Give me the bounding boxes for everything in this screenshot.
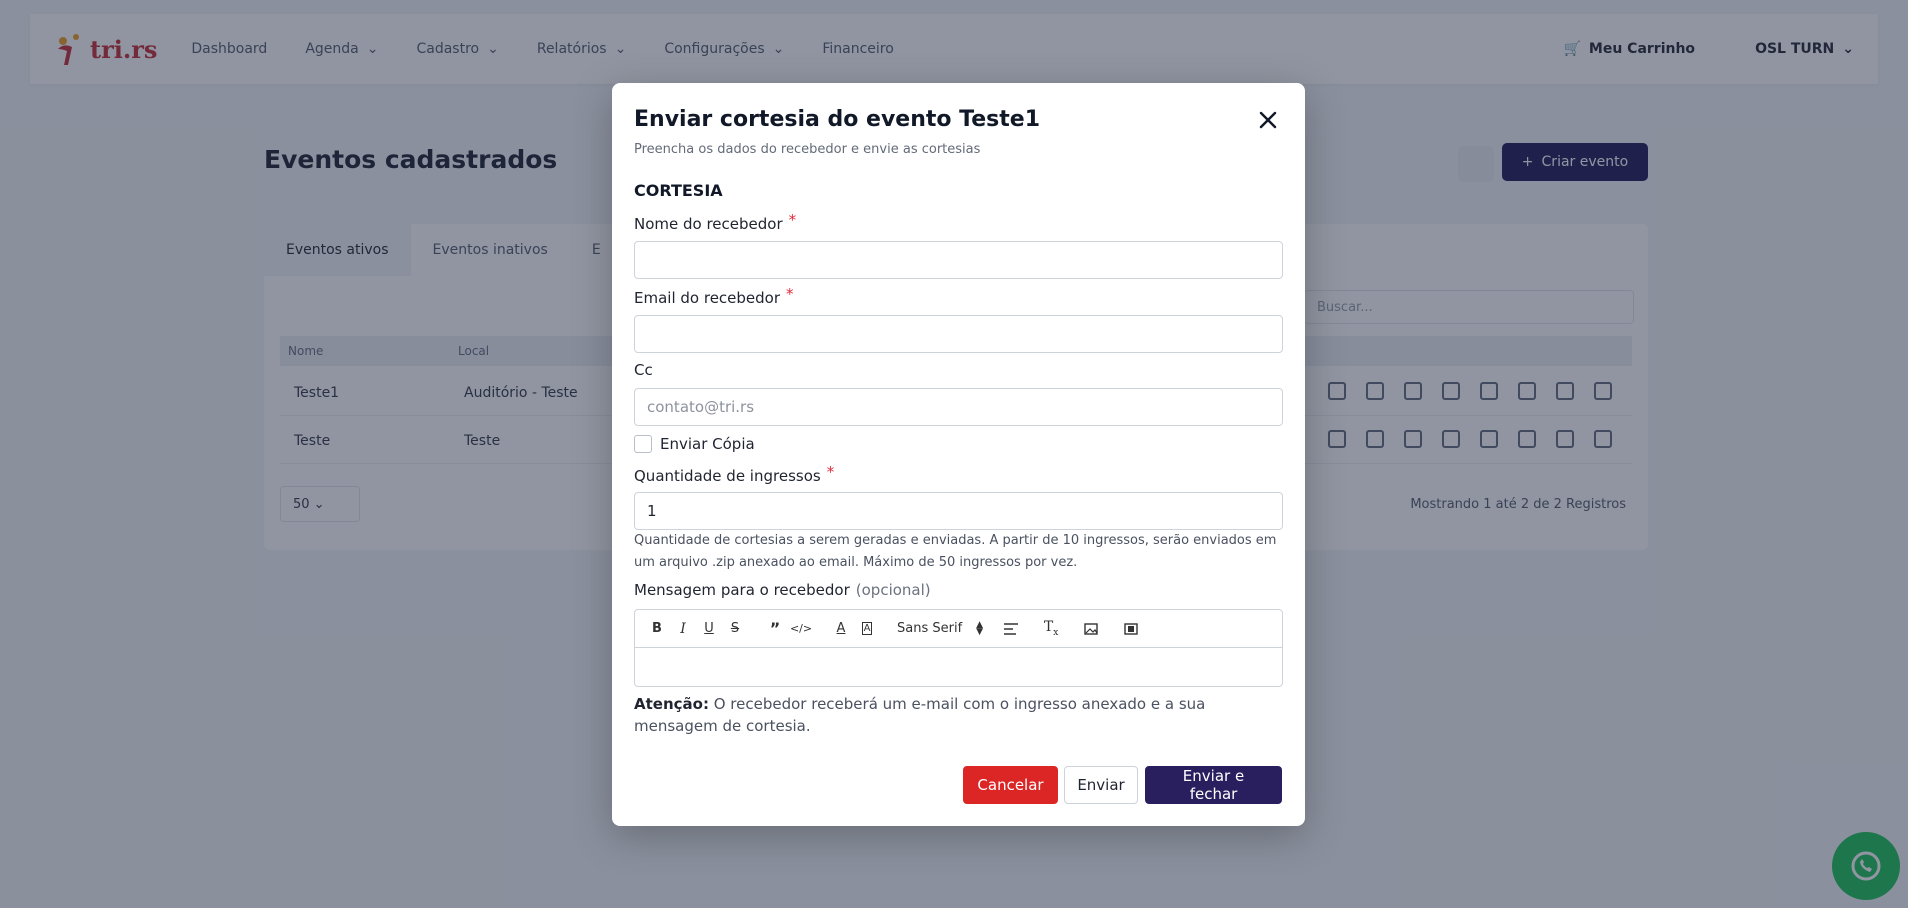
code-block-icon[interactable]: </>	[790, 621, 812, 637]
underline-icon[interactable]: U	[701, 621, 717, 637]
attention-text: O recebedor receberá um e-mail com o ing…	[634, 695, 1206, 735]
bold-icon[interactable]: B	[649, 621, 665, 637]
required-mark: *	[786, 285, 794, 303]
quantity-help-text: Quantidade de cortesias a serem geradas …	[634, 533, 1277, 570]
email-label-text: Email do recebedor	[634, 289, 781, 307]
modal-subtitle: Preencha os dados do recebedor e envie a…	[634, 142, 981, 157]
attention-notice: Atenção: O recebedor receberá um e-mail …	[634, 693, 1286, 737]
quantity-label-text: Quantidade de ingressos	[634, 467, 821, 485]
name-label-text: Nome do recebedor	[634, 215, 783, 233]
font-family-select[interactable]: Sans Serif ▲ ▼	[897, 619, 984, 637]
message-field-label: Mensagem para o recebedor (opcional)	[634, 581, 931, 599]
required-mark: *	[826, 463, 835, 481]
close-icon[interactable]	[1257, 109, 1279, 131]
section-title: CORTESIA	[634, 181, 723, 200]
cc-label-text: Cc	[634, 361, 653, 379]
send-button[interactable]: Enviar	[1064, 766, 1138, 804]
send-and-close-button[interactable]: Enviar e fechar	[1145, 766, 1282, 804]
email-field-label: Email do recebedor *	[634, 285, 794, 307]
receiver-name-input[interactable]	[634, 241, 1283, 279]
editor-toolbar: B I U S ” </> A A Sans Serif ▲ ▼ Tx	[635, 610, 1282, 648]
attention-label: Atenção:	[634, 695, 709, 713]
ticket-quantity-input[interactable]	[634, 492, 1283, 530]
send-copy-row: Enviar Cópia	[634, 435, 755, 453]
blockquote-icon[interactable]: ”	[767, 619, 783, 638]
required-mark: *	[788, 211, 797, 229]
cancel-button[interactable]: Cancelar	[963, 766, 1058, 804]
message-editor-body[interactable]	[635, 648, 1282, 686]
send-copy-checkbox[interactable]	[634, 435, 652, 453]
video-icon[interactable]	[1123, 621, 1139, 637]
receiver-email-input[interactable]	[634, 315, 1283, 353]
quantity-field-label: Quantidade de ingressos *	[634, 463, 834, 485]
optional-label: (opcional)	[855, 581, 931, 599]
select-arrows-icon: ▲ ▼	[976, 619, 984, 637]
align-left-icon[interactable]	[1003, 621, 1019, 637]
image-icon[interactable]	[1083, 621, 1099, 637]
message-editor: B I U S ” </> A A Sans Serif ▲ ▼ Tx	[634, 609, 1283, 687]
name-field-label: Nome do recebedor *	[634, 211, 796, 233]
cc-input[interactable]	[634, 388, 1283, 426]
cc-field-label: Cc	[634, 361, 653, 379]
strikethrough-icon[interactable]: S	[727, 621, 743, 637]
clear-format-icon[interactable]: Tx	[1043, 619, 1059, 638]
text-color-icon[interactable]: A	[833, 621, 849, 637]
message-label-text: Mensagem para o recebedor	[634, 581, 850, 599]
background-color-icon[interactable]: A	[859, 621, 875, 637]
italic-icon[interactable]: I	[675, 621, 691, 637]
font-select-value: Sans Serif	[897, 621, 963, 636]
courtesy-modal: Enviar cortesia do evento Teste1 Preench…	[612, 83, 1305, 826]
send-copy-label[interactable]: Enviar Cópia	[660, 435, 755, 453]
modal-title: Enviar cortesia do evento Teste1	[634, 107, 1041, 132]
